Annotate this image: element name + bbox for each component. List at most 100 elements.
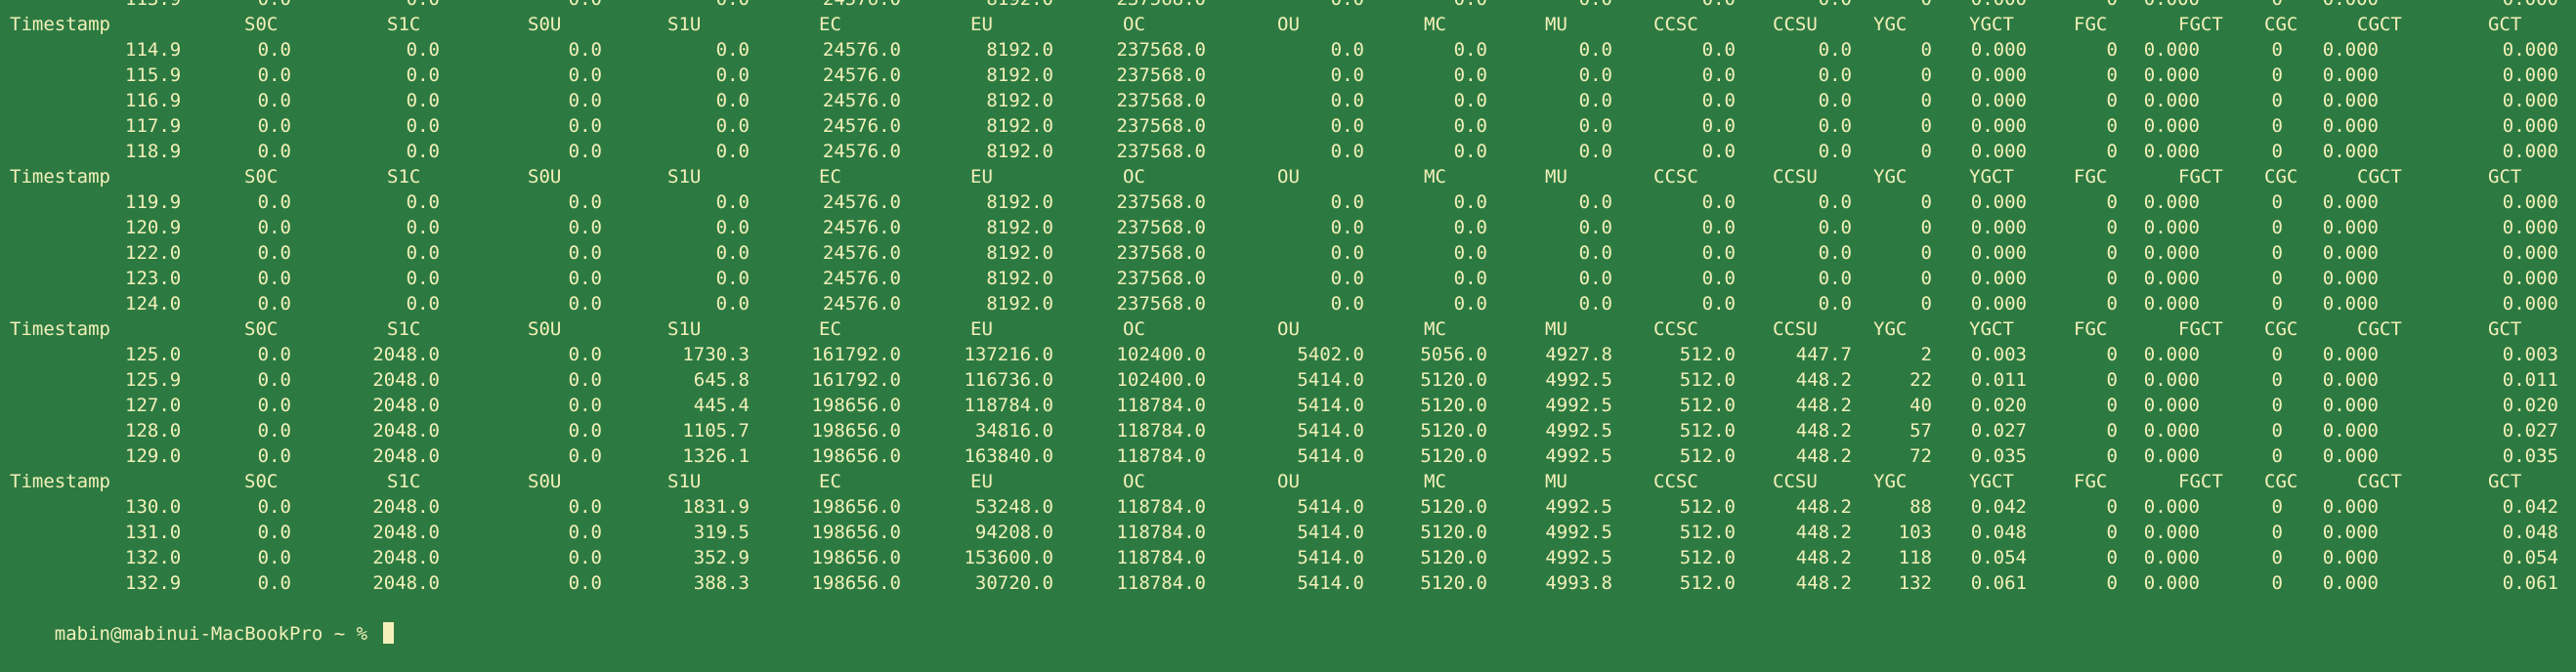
column-header-row: Timestamp S0C S1C S0U S1U EC EU OC OU MC MU CCSC CCS… xyxy=(0,164,2576,189)
cell-ccsu: 0.0 xyxy=(1818,141,1852,162)
cell-eu: 8192.0 xyxy=(986,268,1053,289)
cell-oc: 102400.0 xyxy=(1116,344,1206,365)
cell-s1u: 645.8 xyxy=(693,369,750,391)
cell-fgc: 0 xyxy=(2106,547,2118,568)
cell-ygct: 0.061 xyxy=(1970,572,2027,594)
cell-s0u: 0.0 xyxy=(568,90,602,111)
cell-timestamp: 132.9 xyxy=(125,572,182,594)
cell-s1c: 0.0 xyxy=(406,293,440,315)
cell-gct: 0.000 xyxy=(2502,191,2558,213)
cell-ou: 0.0 xyxy=(1330,293,1364,315)
cell-ccsu: 0.0 xyxy=(1818,115,1852,137)
cell-eu: 163840.0 xyxy=(964,445,1053,467)
cell-s1u: 319.5 xyxy=(693,522,750,543)
header-ou: OU xyxy=(1277,166,1300,188)
cell-cgct: 0.000 xyxy=(2322,39,2379,61)
cell-fgc: 0 xyxy=(2106,191,2118,213)
cell-mu: 4992.5 xyxy=(1545,420,1612,441)
cell-fgc: 0 xyxy=(2106,420,2118,441)
cell-ygc: 0 xyxy=(1920,191,1932,213)
cell-ec: 161792.0 xyxy=(811,344,901,365)
cell-timestamp: 125.9 xyxy=(125,369,182,391)
cell-mc: 5120.0 xyxy=(1420,420,1487,441)
header-ccsc: CCSC xyxy=(1653,318,1698,340)
cell-oc: 237568.0 xyxy=(1116,268,1206,289)
cell-s1u: 0.0 xyxy=(715,39,750,61)
cell-ygc: 0 xyxy=(1920,268,1932,289)
header-gct: GCT xyxy=(2488,318,2522,340)
cell-eu: 8192.0 xyxy=(986,242,1053,264)
cell-ou: 0.0 xyxy=(1330,268,1364,289)
cell-gct: 0.000 xyxy=(2502,115,2558,137)
cell-s0c: 0.0 xyxy=(257,522,291,543)
cell-eu: 116736.0 xyxy=(964,369,1053,391)
cell-mu: 0.0 xyxy=(1578,39,1612,61)
cell-ou: 5414.0 xyxy=(1297,420,1364,441)
cell-ec: 161792.0 xyxy=(811,369,901,391)
cell-ccsu: 448.2 xyxy=(1795,547,1852,568)
cell-ygct: 0.000 xyxy=(1970,39,2027,61)
cell-cgc: 0 xyxy=(2271,242,2283,264)
cell-s1c: 0.0 xyxy=(406,115,440,137)
cell-ccsu: 447.7 xyxy=(1795,344,1852,365)
cell-ccsu: 0.0 xyxy=(1818,191,1852,213)
cell-ou: 0.0 xyxy=(1330,242,1364,264)
cell-ccsu: 0.0 xyxy=(1819,0,1852,12)
cell-mc: 0.0 xyxy=(1454,0,1487,12)
cell-ccsc: 0.0 xyxy=(1702,0,1736,12)
header-cgct: CGCT xyxy=(2357,318,2402,340)
header-ccsu: CCSU xyxy=(1773,471,1818,492)
cell-ygc: 0 xyxy=(1920,242,1932,264)
cell-cgc: 0 xyxy=(2271,191,2283,213)
header-s1u: S1U xyxy=(667,318,702,340)
cell-ec: 24576.0 xyxy=(822,141,901,162)
cell-ccsc: 512.0 xyxy=(1679,547,1736,568)
cell-s1c: 0.0 xyxy=(406,217,440,238)
header-cgct: CGCT xyxy=(2357,14,2402,35)
cell-oc: 237568.0 xyxy=(1116,141,1206,162)
cell-ccsu: 448.2 xyxy=(1795,496,1852,518)
header-fgct: FGCT xyxy=(2178,318,2223,340)
column-header-row: Timestamp S0C S1C S0U S1U EC EU OC OU MC MU CCSC CCS… xyxy=(0,316,2576,342)
cell-cgc: 0 xyxy=(2271,445,2283,467)
cell-s1c: 2048.0 xyxy=(372,572,440,594)
cell-s1c: 0.0 xyxy=(406,268,440,289)
cell-mc: 0.0 xyxy=(1453,217,1487,238)
cell-ccsc: 0.0 xyxy=(1701,115,1736,137)
cell-s0u: 0.0 xyxy=(568,115,602,137)
cell-s1u: 1105.7 xyxy=(682,420,750,441)
header-ccsc: CCSC xyxy=(1653,14,1698,35)
cell-ec: 24576.0 xyxy=(822,115,901,137)
header-s0c: S0C xyxy=(244,318,279,340)
header-mu: MU xyxy=(1545,14,1567,35)
cell-s1c: 0.0 xyxy=(407,0,440,12)
cell-ccsc: 0.0 xyxy=(1701,64,1736,86)
terminal-window[interactable]: 113.9 0.0 0.0 0.0 0.0 24576.0 8192.0 237568.0 0.… xyxy=(0,0,2576,645)
header-fgc: FGC xyxy=(2074,14,2108,35)
cell-timestamp: 113.9 xyxy=(125,0,181,12)
data-row: 120.9 0.0 0.0 0.0 0.0 24576.0 8192.0 237568.0 0.… xyxy=(0,215,2576,240)
cell-fgc: 0 xyxy=(2107,0,2118,12)
cell-cgc: 0 xyxy=(2271,496,2283,518)
cell-mc: 0.0 xyxy=(1453,293,1487,315)
cell-timestamp: 114.9 xyxy=(125,39,182,61)
header-mc: MC xyxy=(1424,166,1446,188)
cell-cgc: 0 xyxy=(2271,115,2283,137)
cell-mc: 5120.0 xyxy=(1420,369,1487,391)
cell-ou: 0.0 xyxy=(1330,141,1364,162)
cell-mc: 0.0 xyxy=(1453,191,1487,213)
cell-mc: 0.0 xyxy=(1453,90,1487,111)
cell-cgct: 0.000 xyxy=(2322,64,2379,86)
cell-gct: 0.035 xyxy=(2502,445,2558,467)
shell-prompt-line[interactable]: mabin@mabinui-MacBookPro ~ % xyxy=(0,596,2576,645)
header-s0u: S0U xyxy=(528,471,562,492)
data-row: 131.0 0.0 2048.0 0.0 319.5 198656.0 94208.0 118… xyxy=(0,520,2576,545)
cell-eu: 8192.0 xyxy=(986,39,1053,61)
cell-fgct: 0.000 xyxy=(2143,268,2200,289)
data-row: 114.9 0.0 0.0 0.0 0.0 24576.0 8192.0 237568.0 0.… xyxy=(0,37,2576,63)
cell-ccsc: 0.0 xyxy=(1701,141,1736,162)
header-s1c: S1C xyxy=(387,14,421,35)
cell-oc: 237568.0 xyxy=(1116,64,1206,86)
cell-ccsc: 0.0 xyxy=(1701,217,1736,238)
cell-timestamp: 127.0 xyxy=(125,395,182,416)
